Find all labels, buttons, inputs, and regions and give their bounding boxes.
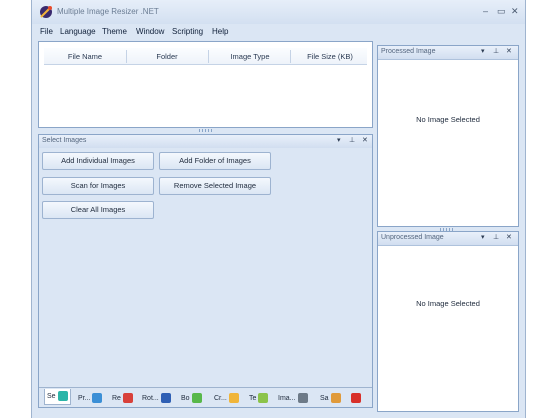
process-icon — [92, 393, 103, 404]
column-folder[interactable]: Folder — [132, 52, 202, 61]
image-icon — [297, 393, 308, 404]
window-title: Multiple Image Resizer .NET — [57, 7, 159, 16]
save-icon — [330, 393, 341, 404]
pin-icon[interactable]: ⊥ — [493, 233, 499, 243]
resize-icon — [122, 393, 133, 404]
tab-save[interactable]: Sa — [320, 392, 341, 406]
run-icon — [351, 393, 361, 404]
menu-bar: File Language Theme Window Scripting Hel… — [32, 25, 525, 39]
tab-label: Rot... — [142, 395, 159, 402]
tool-tabs: Se Pr... Re Rot... Bo Cr... Te Ima... Sa — [38, 389, 373, 408]
select-images-panel: Select Images ▾ ⊥ ✕ Add Individual Image… — [38, 134, 373, 408]
tab-label: Ima... — [278, 395, 296, 402]
tab-label: Te — [249, 395, 257, 402]
panel-dropdown-icon[interactable]: ▾ — [481, 233, 485, 243]
tab-text[interactable]: Te — [249, 392, 269, 406]
menu-theme[interactable]: Theme — [102, 27, 127, 36]
tab-resize[interactable]: Re — [112, 392, 133, 406]
tab-process[interactable]: Pr... — [78, 392, 103, 406]
column-image-type[interactable]: Image Type — [214, 52, 286, 61]
tab-label: Pr... — [78, 395, 91, 402]
panel-dropdown-icon[interactable]: ▾ — [337, 136, 341, 146]
tab-label: Re — [112, 395, 121, 402]
text-icon — [258, 393, 269, 404]
tab-label: Bo — [181, 395, 190, 402]
select-images-body: Add Individual Images Add Folder of Imag… — [39, 148, 372, 388]
tab-label: Sa — [320, 395, 329, 402]
add-individual-images-button[interactable]: Add Individual Images — [42, 152, 154, 170]
close-panel-icon[interactable]: ✕ — [506, 47, 512, 57]
border-icon — [191, 393, 202, 404]
menu-file[interactable]: File — [40, 27, 53, 36]
app-logo-icon — [40, 6, 52, 18]
title-bar[interactable]: Multiple Image Resizer .NET – ▭ ✕ — [32, 0, 525, 24]
file-list-body[interactable] — [44, 65, 367, 122]
tab-crop[interactable]: Cr... — [214, 392, 239, 406]
horizontal-splitter[interactable] — [199, 129, 213, 132]
add-folder-of-images-button[interactable]: Add Folder of Images — [159, 152, 271, 170]
app-window: Multiple Image Resizer .NET – ▭ ✕ File L… — [31, 0, 526, 418]
scan-for-images-button[interactable]: Scan for Images — [42, 177, 154, 195]
processed-image-panel: Processed Image ▾ ⊥ ✕ No Image Selected — [377, 45, 519, 227]
pin-icon[interactable]: ⊥ — [349, 136, 355, 146]
crop-icon — [228, 393, 239, 404]
menu-window[interactable]: Window — [136, 27, 164, 36]
close-panel-icon[interactable]: ✕ — [506, 233, 512, 243]
panel-title: Processed Image — [381, 48, 436, 55]
tab-rotate[interactable]: Rot... — [142, 392, 171, 406]
select-icon — [57, 391, 68, 402]
panel-title: Unprocessed Image — [381, 234, 444, 241]
tab-select[interactable]: Se — [44, 389, 71, 405]
unprocessed-image-panel: Unprocessed Image ▾ ⊥ ✕ No Image Selecte… — [377, 231, 519, 412]
rotate-icon — [160, 393, 171, 404]
close-window-button[interactable]: ✕ — [511, 5, 519, 17]
file-list-panel: File Name Folder Image Type File Size (K… — [38, 41, 373, 128]
column-file-name[interactable]: File Name — [54, 52, 116, 61]
pin-icon[interactable]: ⊥ — [493, 47, 499, 57]
panel-title: Select Images — [42, 137, 87, 144]
processed-image-placeholder: No Image Selected — [416, 115, 480, 124]
tab-run[interactable] — [349, 392, 361, 406]
menu-scripting[interactable]: Scripting — [172, 27, 203, 36]
clear-all-images-button[interactable]: Clear All Images — [42, 201, 154, 219]
close-panel-icon[interactable]: ✕ — [362, 136, 368, 146]
column-file-size[interactable]: File Size (KB) — [294, 52, 366, 61]
unprocessed-image-placeholder: No Image Selected — [416, 299, 480, 308]
menu-language[interactable]: Language — [60, 27, 96, 36]
panel-header: Select Images ▾ ⊥ ✕ — [39, 135, 372, 149]
column-divider[interactable] — [208, 50, 209, 63]
remove-selected-image-button[interactable]: Remove Selected Image — [159, 177, 271, 195]
panel-header: Processed Image ▾ ⊥ ✕ — [378, 46, 518, 60]
column-divider[interactable] — [290, 50, 291, 63]
tab-label: Cr... — [214, 395, 227, 402]
menu-help[interactable]: Help — [212, 27, 228, 36]
file-list-header: File Name Folder Image Type File Size (K… — [44, 48, 367, 65]
panel-dropdown-icon[interactable]: ▾ — [481, 47, 485, 57]
tab-border[interactable]: Bo — [181, 392, 202, 406]
panel-header: Unprocessed Image ▾ ⊥ ✕ — [378, 232, 518, 246]
column-divider[interactable] — [126, 50, 127, 63]
tab-image[interactable]: Ima... — [278, 392, 308, 406]
maximize-button[interactable]: ▭ — [497, 5, 506, 17]
minimize-button[interactable]: – — [483, 5, 488, 17]
tab-label: Se — [47, 393, 56, 400]
